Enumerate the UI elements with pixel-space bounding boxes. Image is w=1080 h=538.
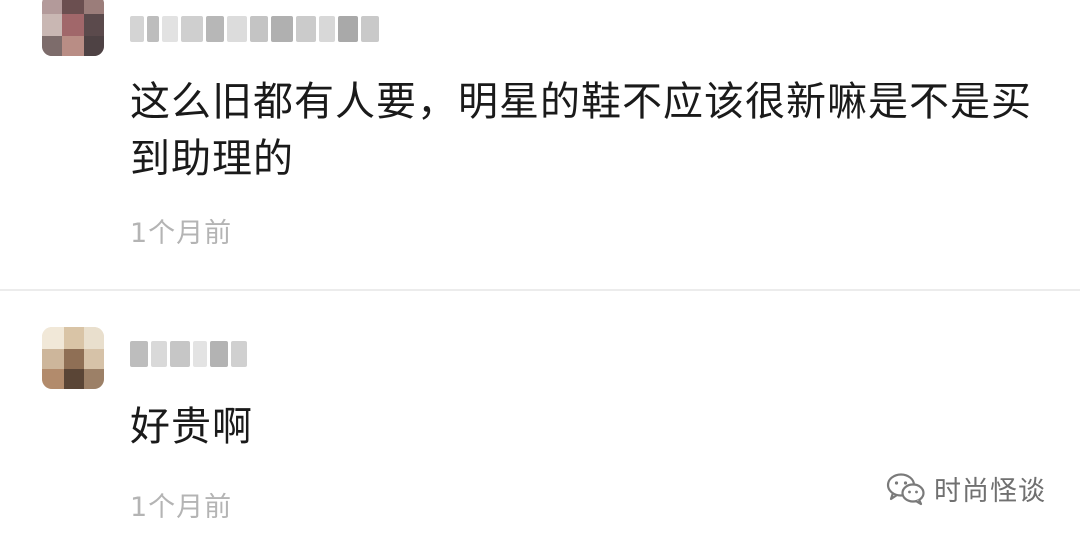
blur-block [210,341,228,367]
wechat-icon [886,472,925,505]
blur-block [319,16,335,42]
comment-text: 好贵啊 [130,404,253,450]
blur-block [271,16,293,42]
blurred-avatar-image [42,327,104,389]
blur-block [181,16,203,42]
timestamp: 1个月前 [130,492,233,523]
blur-block [361,16,379,42]
blur-block [162,16,178,42]
username-blurred[interactable] [130,14,379,44]
blur-block [206,16,224,42]
watermark-text: 时尚怪谈 [934,476,1046,507]
avatar[interactable] [42,327,104,389]
blur-block [147,16,159,42]
watermark: 时尚怪谈 [886,469,1046,508]
blur-block [151,341,167,367]
blurred-avatar-image [42,0,104,56]
username-blurred[interactable] [130,339,247,369]
blur-block [338,16,358,42]
blur-block [193,341,207,367]
comment-thread: 这么旧都有人要，明星的鞋不应该很新嘛是不是买到助理的 1个月前 好贵啊 1个月前… [0,0,1080,538]
comment-text: 这么旧都有人要，明星的鞋不应该很新嘛是不是买到助理的 [130,79,1032,182]
blur-block [227,16,247,42]
blur-block [130,341,148,367]
timestamp: 1个月前 [130,218,233,249]
comment-item: 这么旧都有人要，明星的鞋不应该很新嘛是不是买到助理的 1个月前 [0,0,1080,290]
blur-block [250,16,268,42]
blur-block [130,16,144,42]
blur-block [170,341,190,367]
blur-block [296,16,316,42]
avatar[interactable] [42,0,104,56]
blur-block [231,341,247,367]
